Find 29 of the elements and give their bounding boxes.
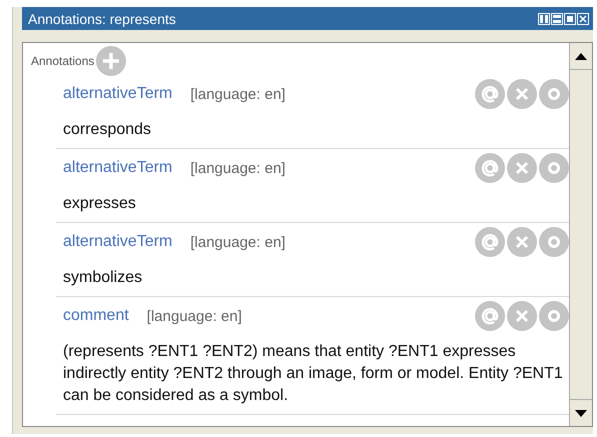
section-label: Annotations	[31, 54, 94, 68]
annotation-value: symbolizes	[63, 268, 144, 288]
annotation-value: (represents ?ENT1 ?ENT2) means that entity ?ENT1 expresses indirectly entity ?ENT2 through an image, form or model. Entity ?ENT1 can be considered as a symbol.	[63, 342, 564, 406]
property-link[interactable]: comment	[63, 307, 129, 325]
close-icon[interactable]	[577, 12, 589, 24]
language-tag: [language: en]	[190, 86, 286, 102]
at-sign-icon[interactable]	[475, 227, 505, 257]
property-link[interactable]: alternativeTerm	[63, 159, 172, 177]
add-icon[interactable]	[96, 46, 126, 76]
language-tag: [language: en]	[190, 160, 286, 176]
tile-columns-icon[interactable]	[538, 12, 550, 24]
language-tag: [language: en]	[146, 308, 242, 324]
annotation-value: corresponds	[63, 120, 152, 140]
annotation-value: expresses	[63, 194, 137, 214]
ring-icon[interactable]	[539, 227, 569, 257]
down-arrow-icon	[575, 410, 587, 416]
at-sign-icon[interactable]	[475, 79, 505, 109]
property-link[interactable]: alternativeTerm	[63, 85, 172, 103]
language-tag: [language: en]	[190, 234, 286, 250]
ring-icon[interactable]	[539, 79, 569, 109]
maximize-icon[interactable]	[564, 12, 576, 24]
ring-icon[interactable]	[539, 153, 569, 183]
at-sign-icon[interactable]	[475, 153, 505, 183]
ring-icon[interactable]	[539, 301, 569, 331]
property-link[interactable]: alternativeTerm	[63, 233, 172, 251]
window-title: Annotations: represents	[28, 10, 177, 26]
tile-rows-icon[interactable]	[551, 12, 563, 24]
up-arrow-icon	[575, 52, 587, 60]
at-sign-icon[interactable]	[475, 301, 505, 331]
